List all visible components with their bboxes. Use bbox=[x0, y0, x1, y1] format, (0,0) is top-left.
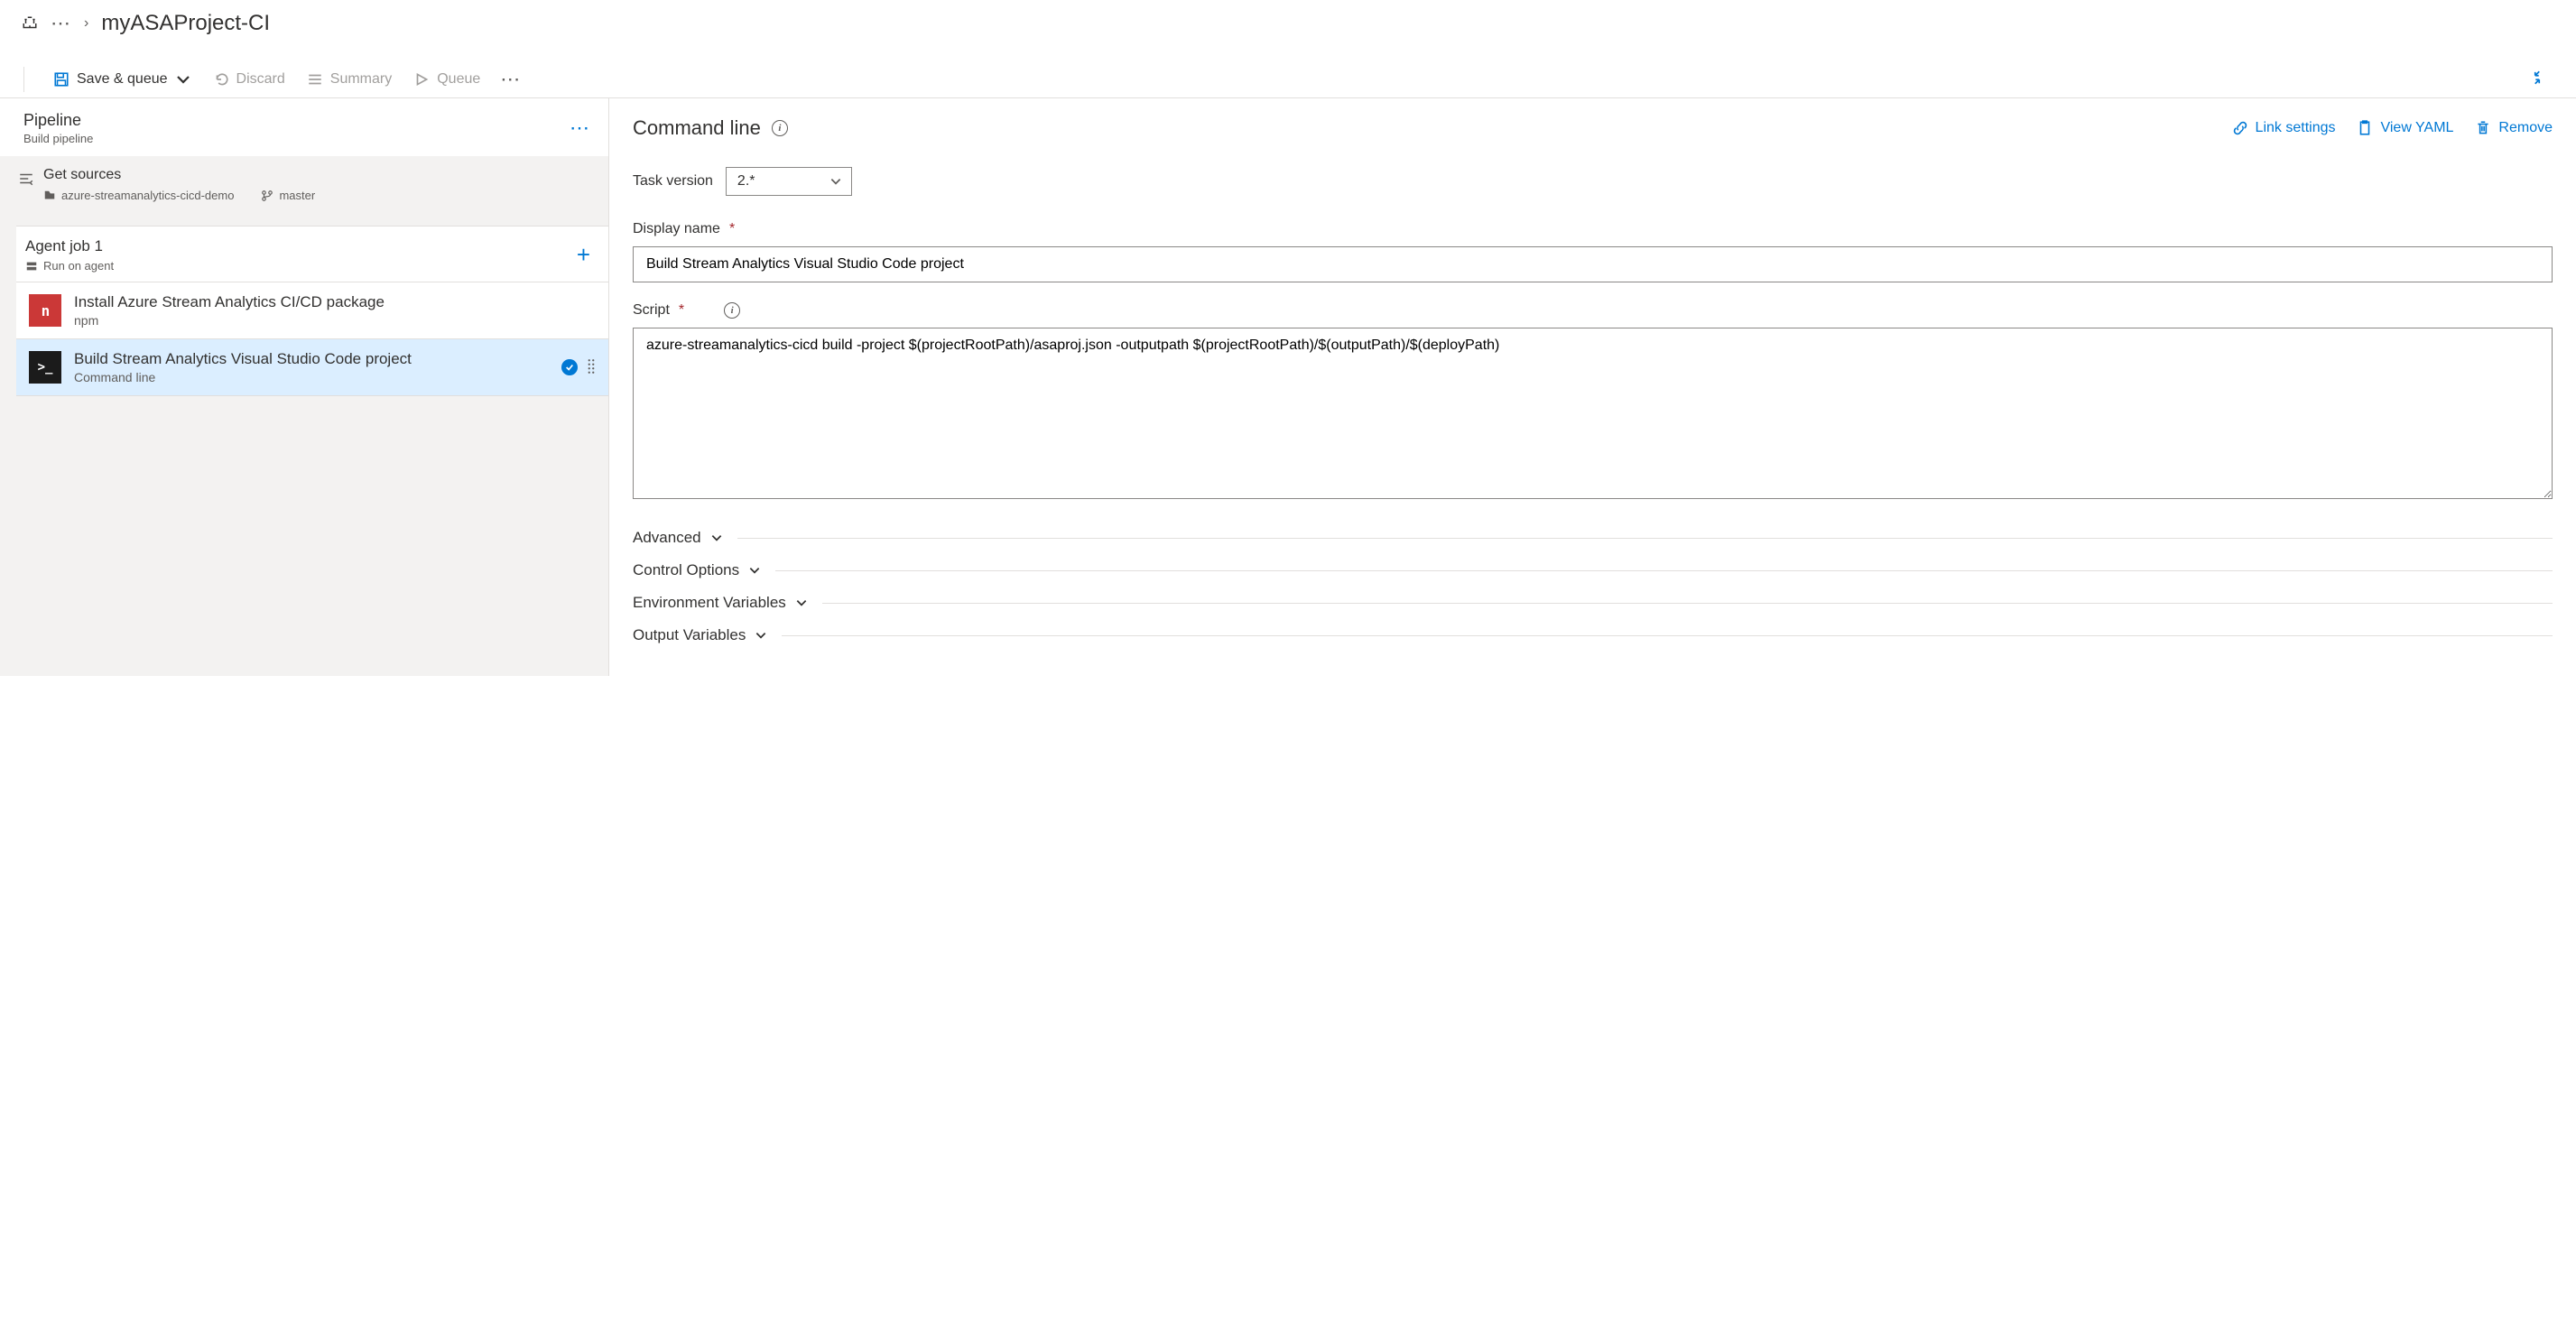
clipboard-icon bbox=[2357, 120, 2373, 136]
chevron-right-icon: › bbox=[84, 15, 88, 32]
pipeline-more-icon[interactable]: ⋯ bbox=[570, 118, 590, 138]
view-yaml-button[interactable]: View YAML bbox=[2357, 120, 2453, 136]
link-icon bbox=[2232, 120, 2248, 136]
terminal-icon: >_ bbox=[29, 351, 61, 384]
script-textarea[interactable]: azure-streamanalytics-cicd build -projec… bbox=[633, 328, 2553, 499]
drag-handle-icon[interactable] bbox=[587, 358, 596, 377]
add-task-button[interactable]: + bbox=[577, 241, 590, 269]
advanced-expander[interactable]: Advanced bbox=[633, 522, 2553, 554]
pipeline-header[interactable]: Pipeline Build pipeline ⋯ bbox=[0, 98, 608, 156]
save-icon bbox=[53, 71, 69, 88]
get-sources-row[interactable]: Get sources azure-streamanalytics-cicd-d… bbox=[0, 156, 608, 213]
detail-title: Command line i bbox=[633, 116, 788, 140]
list-icon bbox=[307, 71, 323, 88]
script-label: Script * i bbox=[633, 302, 2553, 319]
toolbar-more-icon[interactable]: ⋯ bbox=[500, 69, 521, 89]
save-queue-button[interactable]: Save & queue bbox=[51, 68, 193, 91]
info-icon[interactable]: i bbox=[724, 302, 740, 319]
remove-button[interactable]: Remove bbox=[2475, 120, 2553, 136]
toolbar: Save & queue Discard Summary Queue ⋯ bbox=[0, 47, 2576, 98]
sources-icon bbox=[18, 171, 34, 187]
chevron-down-icon bbox=[795, 597, 808, 609]
output-vars-expander[interactable]: Output Variables bbox=[633, 619, 2553, 652]
repo-icon bbox=[43, 190, 56, 202]
breadcrumb-more-icon[interactable]: ⋯ bbox=[51, 14, 71, 33]
breadcrumb: ⋯ › myASAProject-CI bbox=[0, 0, 2576, 47]
task-row[interactable]: n Install Azure Stream Analytics CI/CD p… bbox=[16, 282, 608, 339]
queue-button[interactable]: Queue bbox=[412, 68, 482, 91]
collapse-icon[interactable] bbox=[2529, 69, 2545, 90]
agent-job-row[interactable]: Agent job 1 Run on agent + bbox=[16, 226, 608, 282]
pipeline-icon bbox=[22, 15, 38, 32]
summary-button[interactable]: Summary bbox=[305, 68, 394, 91]
discard-button[interactable]: Discard bbox=[211, 68, 287, 91]
info-icon[interactable]: i bbox=[772, 120, 788, 136]
check-icon bbox=[561, 359, 578, 375]
task-row[interactable]: >_ Build Stream Analytics Visual Studio … bbox=[16, 339, 608, 396]
task-detail-panel: Command line i Link settings View YAML R… bbox=[608, 98, 2576, 676]
chevron-down-icon bbox=[710, 532, 723, 544]
chevron-down-icon bbox=[748, 564, 761, 577]
display-name-input[interactable] bbox=[633, 246, 2553, 282]
undo-icon bbox=[213, 71, 229, 88]
npm-icon: n bbox=[29, 294, 61, 327]
play-icon bbox=[413, 71, 430, 88]
server-icon bbox=[25, 260, 38, 273]
control-options-expander[interactable]: Control Options bbox=[633, 554, 2553, 587]
display-name-label: Display name * bbox=[633, 221, 2553, 237]
link-settings-button[interactable]: Link settings bbox=[2232, 120, 2336, 136]
chevron-down-icon bbox=[755, 629, 767, 642]
task-version-label: Task version bbox=[633, 173, 713, 190]
chevron-down-icon bbox=[175, 71, 191, 88]
task-version-select[interactable]: 2.* bbox=[726, 167, 852, 196]
env-vars-expander[interactable]: Environment Variables bbox=[633, 587, 2553, 619]
chevron-down-icon bbox=[829, 175, 842, 188]
pipeline-tree-panel: Pipeline Build pipeline ⋯ Get sources az… bbox=[0, 98, 608, 676]
toolbar-divider bbox=[23, 67, 24, 92]
branch-icon bbox=[261, 190, 273, 202]
page-title: myASAProject-CI bbox=[101, 11, 270, 36]
trash-icon bbox=[2475, 120, 2491, 136]
